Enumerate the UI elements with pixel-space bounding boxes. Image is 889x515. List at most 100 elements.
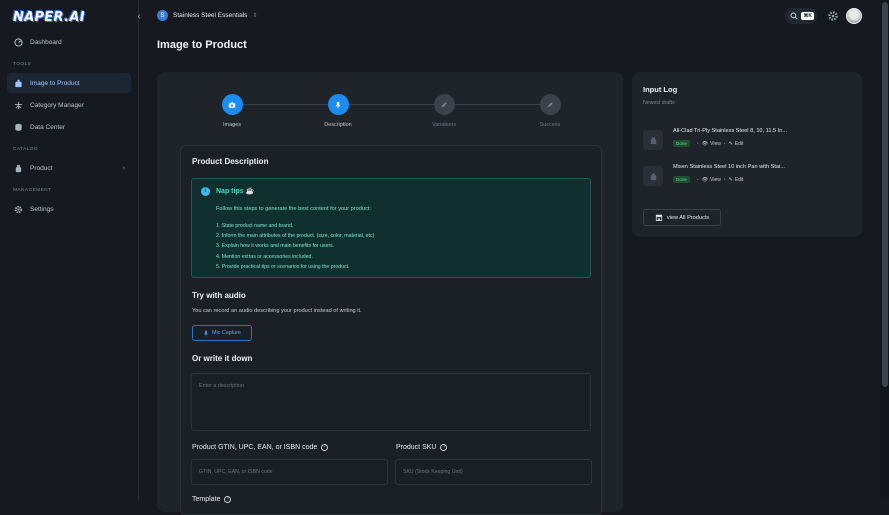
step-label: Description — [324, 122, 352, 128]
step-label: Success — [539, 122, 561, 128]
sidebar-item-product[interactable]: Product › — [7, 158, 131, 178]
view-link[interactable]: View — [710, 177, 721, 183]
section-label-management: MANAGEMENT — [13, 188, 52, 193]
chevron-updown-icon: ⇕ — [252, 13, 258, 19]
product-icon — [14, 164, 23, 173]
draft-name: Misen Stainless Steel 10 inch Pan with S… — [673, 164, 785, 170]
sidebar-item-dashboard[interactable]: Dashboard — [7, 32, 131, 52]
project-switcher[interactable]: S Stainless Steel Essentials ⇕ — [157, 10, 257, 21]
tip-item: 3. Explain how it works and main benefit… — [216, 243, 335, 250]
app-logo[interactable]: NAPER.AI — [13, 10, 85, 25]
draft-name: All-Clad Tri-Ply Stainless Steel 8, 10, … — [673, 128, 787, 134]
store-icon — [655, 214, 662, 221]
image-product-icon — [14, 79, 23, 88]
header-actions: ⌘K — [785, 8, 862, 24]
tips-list: 1. State product name and brand. 2. Info… — [216, 221, 374, 272]
sidebar-item-label: Product — [30, 164, 53, 172]
sidebar: NAPER.AI Dashboard TOOLS Image to Produc… — [0, 0, 139, 500]
step-success[interactable]: Success — [510, 94, 590, 128]
mic-icon — [327, 94, 349, 115]
tips-panel: i Nap tips ☕ Follow this steps to genera… — [191, 178, 591, 278]
help-icon[interactable]: ? — [440, 444, 448, 451]
sidebar-item-image-to-product[interactable]: Image to Product — [7, 73, 131, 93]
main-card: Images Description Variations Success Pr… — [157, 72, 623, 515]
sidebar-item-label: Image to Product — [30, 79, 80, 87]
pencil-icon — [433, 94, 455, 115]
page-title: Image to Product — [157, 39, 247, 51]
description-textarea[interactable]: Enter a description — [191, 373, 591, 431]
tip-item: 2. Inform the main attributes of the pro… — [216, 233, 375, 240]
view-link[interactable]: View — [710, 141, 721, 147]
description-placeholder: Enter a description — [199, 383, 244, 389]
audio-description: You can record an audio describing your … — [192, 308, 362, 314]
eye-icon: 👁 — [701, 176, 709, 183]
gtin-label-text: Product GTIN, UPC, EAN, or ISBN code — [192, 444, 318, 451]
sidebar-item-category-manager[interactable]: Category Manager — [7, 95, 131, 115]
gear-icon — [14, 205, 23, 214]
search-icon — [790, 12, 798, 20]
status-badge: Done — [673, 140, 690, 147]
mic-capture-button[interactable]: Mic Capture — [192, 325, 252, 341]
section-label-catalog: CATALOG — [13, 147, 39, 152]
draft-thumbnail-icon — [643, 166, 663, 186]
step-description[interactable]: Description — [298, 94, 378, 128]
sidebar-item-settings[interactable]: Settings — [7, 199, 131, 219]
avatar[interactable] — [846, 8, 862, 24]
search-button[interactable]: ⌘K — [785, 8, 817, 24]
list-item[interactable]: Misen Stainless Steel 10 inch Pan with S… — [643, 164, 853, 192]
step-label: Variations — [431, 122, 457, 128]
edit-link[interactable]: Edit — [735, 141, 744, 147]
edit-pencil-icon: ✎ — [728, 140, 733, 147]
step-variations[interactable]: Variations — [404, 94, 484, 128]
edit-link[interactable]: Edit — [735, 177, 744, 183]
edit-pencil-icon: ✎ — [728, 176, 733, 183]
sku-label-text: Product SKU — [396, 444, 437, 451]
gtin-placeholder: GTIN, UPC, EAN, or ISBN code — [199, 469, 273, 475]
shortcut-badge: ⌘K — [801, 12, 814, 20]
category-tree-icon — [14, 101, 23, 110]
draft-meta: Done • 👁 View • ✎ Edit — [673, 140, 743, 147]
description-form: Product Description i Nap tips ☕ Follow … — [180, 145, 602, 515]
camera-icon — [221, 94, 243, 115]
sidebar-item-data-center[interactable]: Data Center — [7, 117, 131, 137]
eye-icon: 👁 — [701, 140, 709, 147]
help-icon[interactable]: ? — [321, 444, 329, 451]
step-images[interactable]: Images — [192, 94, 272, 128]
view-all-label: view All Products — [666, 214, 710, 221]
tip-item: 1. State product name and brand. — [216, 223, 294, 229]
section-title: Product Description — [192, 157, 269, 166]
info-icon: i — [201, 187, 210, 196]
list-item[interactable]: All-Clad Tri-Ply Stainless Steel 8, 10, … — [643, 128, 853, 156]
sidebar-item-label: Dashboard — [30, 38, 62, 46]
project-name: Stainless Steel Essentials — [173, 12, 248, 19]
page-scrollbar[interactable] — [880, 0, 889, 500]
mic-icon — [203, 330, 208, 336]
theme-settings-icon[interactable] — [827, 10, 839, 22]
sidebar-item-label: Data Center — [30, 123, 66, 131]
view-all-products-button[interactable]: view All Products — [643, 209, 721, 226]
sidebar-item-label: Category Manager — [30, 101, 84, 109]
scrollbar-thumb[interactable] — [882, 2, 888, 387]
audio-title: Try with audio — [192, 291, 246, 300]
rocket-icon — [539, 94, 561, 115]
status-badge: Done — [673, 176, 690, 183]
tip-item: 5. Provide practical tips or scenarios f… — [216, 263, 350, 270]
gtin-input[interactable]: GTIN, UPC, EAN, or ISBN code — [191, 459, 388, 485]
mic-capture-label: Mic Capture — [211, 330, 242, 336]
chevron-right-icon: › — [122, 164, 125, 172]
sidebar-item-label: Settings — [30, 205, 54, 213]
collapse-sidebar-icon[interactable]: ‹ — [133, 11, 145, 23]
write-title: Or write it down — [192, 354, 253, 363]
database-icon — [14, 123, 23, 132]
draft-thumbnail-icon — [643, 130, 663, 150]
input-log-title: Input Log — [643, 85, 678, 94]
draft-meta: Done • 👁 View • ✎ Edit — [673, 176, 743, 183]
tips-title: Nap tips ☕ — [216, 188, 255, 195]
sku-input[interactable]: SKU (Stock Keeping Unit) — [395, 459, 592, 485]
input-log-card: Input Log Newest drafts All-Clad Tri-Ply… — [632, 72, 862, 237]
input-log-subtitle: Newest drafts — [643, 100, 675, 106]
dashboard-icon — [14, 37, 23, 47]
tips-intro: Follow this steps to generate the best c… — [216, 206, 371, 212]
step-label: Images — [222, 122, 242, 128]
sku-label: Product SKU ? — [396, 444, 448, 451]
